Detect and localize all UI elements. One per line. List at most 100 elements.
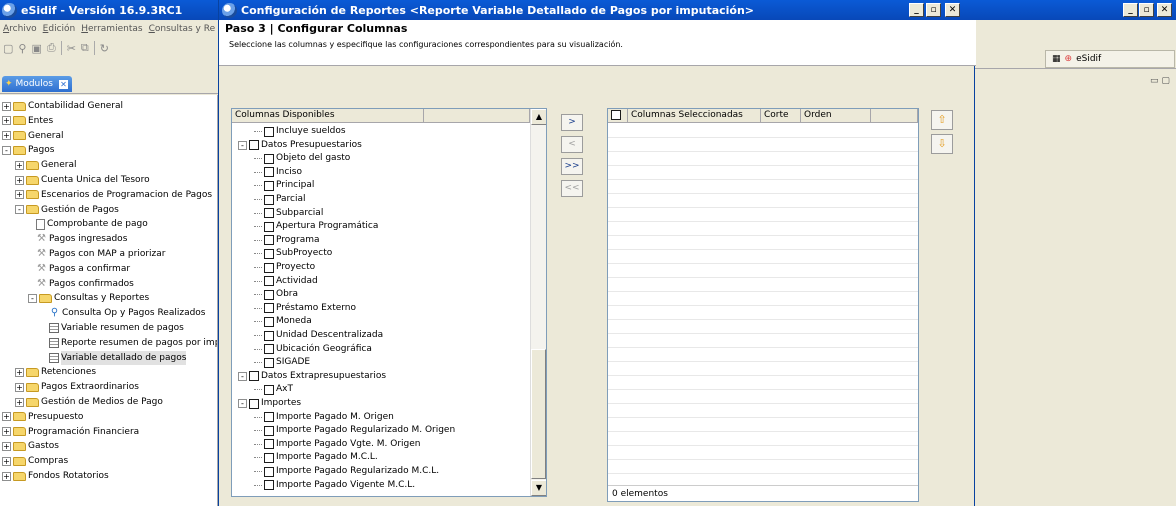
collapse-icon[interactable]: - — [238, 399, 247, 408]
tree-item[interactable]: + Entes — [2, 114, 53, 128]
tree-item[interactable]: ⚒ Pagos ingresados — [28, 232, 127, 246]
tree-item[interactable]: + Compras — [2, 454, 68, 468]
column-checkbox[interactable] — [264, 303, 274, 314]
expand-icon[interactable]: + — [2, 131, 11, 141]
tree-item[interactable]: ⚒ Pagos confirmados — [28, 277, 134, 291]
tree-item[interactable]: + General — [2, 129, 63, 143]
menu-archivo[interactable]: Archivo — [3, 24, 37, 34]
available-columns-header[interactable]: Columnas Disponibles — [232, 109, 424, 123]
column-checkbox[interactable] — [264, 439, 274, 450]
expand-icon[interactable]: + — [2, 412, 11, 422]
tree-item[interactable]: ⚒ Pagos con MAP a priorizar — [28, 247, 165, 261]
select-all-checkbox[interactable] — [611, 110, 621, 120]
tree-item[interactable]: + Contabilidad General — [2, 99, 123, 113]
tree-item[interactable]: ⚲ Consulta Op y Pagos Realizados — [41, 306, 206, 320]
column-checkbox[interactable] — [249, 371, 259, 382]
collapse-icon[interactable]: - — [28, 293, 37, 303]
cut-icon[interactable]: ✂ — [67, 42, 76, 55]
close-button[interactable]: ✕ — [1157, 3, 1172, 17]
tree-item[interactable]: Comprobante de pago — [28, 217, 148, 231]
corte-header[interactable]: Corte — [761, 109, 801, 123]
available-column-item[interactable]: Apertura Programática — [254, 220, 378, 233]
paste-icon[interactable]: ↻ — [100, 42, 109, 55]
expand-icon[interactable]: + — [15, 382, 24, 392]
column-checkbox[interactable] — [264, 452, 274, 463]
move-all-right-button[interactable]: >> — [561, 158, 583, 175]
collapse-icon[interactable]: - — [238, 371, 247, 381]
tree-item[interactable]: - Pagos — [2, 143, 54, 157]
expand-icon[interactable]: + — [2, 116, 11, 126]
column-checkbox[interactable] — [249, 398, 259, 409]
minimize-button[interactable]: _ — [1123, 3, 1138, 17]
column-checkbox[interactable] — [264, 248, 274, 259]
scrollbar[interactable]: ▲ ▼ — [530, 109, 546, 496]
available-column-item[interactable]: Importe Pagado Vgte. M. Origen — [254, 438, 421, 451]
available-column-item[interactable]: SubProyecto — [254, 247, 332, 260]
menu-herramientas[interactable]: Herramientas — [81, 24, 142, 34]
tab-modulos[interactable]: ✦ Modulos ✕ — [2, 76, 72, 92]
available-column-item[interactable]: SIGADE — [254, 356, 310, 369]
dialog-minimize-button[interactable]: _ — [909, 3, 924, 17]
new-doc-icon[interactable]: ▢ — [3, 42, 13, 55]
menu-edicion[interactable]: Edición — [43, 24, 76, 34]
column-checkbox[interactable] — [264, 208, 274, 219]
expand-icon[interactable]: + — [15, 397, 24, 407]
dialog-maximize-button[interactable]: ▫ — [926, 3, 941, 17]
tree-item[interactable]: + Programación Financiera — [2, 425, 139, 439]
tree-item[interactable]: - Gestión de Pagos — [15, 203, 119, 217]
column-checkbox[interactable] — [264, 344, 274, 355]
open-perspective-icon[interactable]: ▦ — [1052, 54, 1061, 64]
available-column-item[interactable]: Incluye sueldos — [254, 125, 346, 138]
column-checkbox[interactable] — [264, 480, 274, 491]
column-checkbox[interactable] — [264, 412, 274, 423]
tree-item[interactable]: + Cuenta Unica del Tesoro — [15, 173, 150, 187]
collapse-icon[interactable]: - — [2, 145, 11, 155]
expand-icon[interactable]: + — [15, 175, 24, 185]
collapse-icon[interactable]: - — [15, 205, 24, 215]
available-column-item[interactable]: Importe Pagado Regularizado M.C.L. — [254, 465, 439, 478]
available-column-item[interactable]: Importe Pagado M.C.L. — [254, 451, 378, 464]
expand-icon[interactable]: + — [15, 367, 24, 377]
available-column-item[interactable]: Importe Pagado M. Origen — [254, 411, 394, 424]
tree-item[interactable]: + General — [15, 158, 76, 172]
available-column-item[interactable]: Parcial — [254, 193, 306, 206]
tree-item[interactable]: Reporte resumen de pagos por imputación — [41, 336, 217, 350]
move-right-button[interactable]: > — [561, 114, 583, 131]
tree-item[interactable]: Variable detallado de pagos — [41, 350, 187, 365]
view-minmax-icon[interactable]: ▭ ▢ — [1150, 76, 1170, 86]
expand-icon[interactable]: + — [15, 160, 24, 170]
column-checkbox[interactable] — [264, 276, 274, 287]
search-icon[interactable]: ⚲ — [18, 42, 26, 55]
available-column-item[interactable]: Ubicación Geográfica — [254, 343, 372, 356]
tree-item[interactable]: Variable resumen de pagos — [41, 321, 184, 335]
scroll-down-icon[interactable]: ▼ — [531, 480, 546, 496]
column-checkbox[interactable] — [264, 316, 274, 327]
scroll-thumb[interactable] — [531, 349, 546, 479]
column-checkbox[interactable] — [264, 289, 274, 300]
maximize-button[interactable]: ▫ — [1139, 3, 1154, 17]
available-column-item[interactable]: Unidad Descentralizada — [254, 329, 383, 342]
tree-item[interactable]: + Gestión de Medios de Pago — [15, 395, 163, 409]
available-column-item[interactable]: Préstamo Externo — [254, 302, 356, 315]
tree-item[interactable]: + Pagos Extraordinarios — [15, 380, 139, 394]
tree-item[interactable]: + Fondos Rotatorios — [2, 469, 109, 483]
available-column-item[interactable]: Obra — [254, 288, 298, 301]
available-column-item[interactable]: Programa — [254, 234, 320, 247]
column-checkbox[interactable] — [264, 180, 274, 191]
tree-item[interactable]: ⚒ Pagos a confirmar — [28, 262, 130, 276]
available-column-item[interactable]: - Datos Extrapresupuestarios — [238, 370, 386, 383]
move-all-left-button[interactable]: << — [561, 180, 583, 197]
expand-icon[interactable]: + — [2, 427, 11, 437]
column-checkbox[interactable] — [264, 235, 274, 246]
column-checkbox[interactable] — [264, 425, 274, 436]
collapse-icon[interactable]: - — [238, 140, 247, 150]
column-checkbox[interactable] — [264, 330, 274, 341]
available-column-item[interactable]: Objeto del gasto — [254, 152, 350, 165]
tree-item[interactable]: + Escenarios de Programacion de Pagos — [15, 188, 212, 202]
move-up-button[interactable]: ⇧ — [931, 110, 953, 130]
dialog-close-button[interactable]: ✕ — [945, 3, 960, 17]
copy-icon[interactable]: ⧉ — [81, 41, 89, 55]
column-checkbox[interactable] — [264, 221, 274, 232]
available-column-item[interactable]: Principal — [254, 179, 314, 192]
column-checkbox[interactable] — [264, 167, 274, 178]
